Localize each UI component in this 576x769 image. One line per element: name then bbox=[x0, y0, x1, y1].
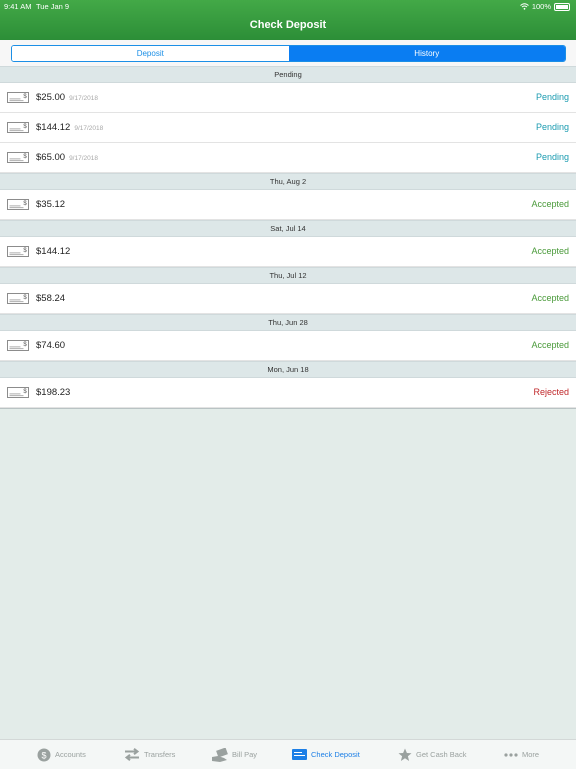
deposit-status: Accepted bbox=[531, 246, 569, 256]
tab-get-cash-back-label: Get Cash Back bbox=[416, 750, 467, 759]
battery-percent: 100% bbox=[531, 2, 551, 11]
section-header: Thu, Aug 2 bbox=[0, 173, 576, 190]
check-icon: $ bbox=[7, 199, 29, 210]
deposit-amount: $65.00 9/17/2018 bbox=[36, 152, 98, 163]
amount-value: $144.12 bbox=[36, 122, 71, 133]
bill-hand-icon bbox=[212, 747, 228, 762]
amount-value: $25.00 bbox=[36, 92, 66, 103]
status-time: 9:41 AM bbox=[4, 2, 32, 11]
page-title: Check Deposit bbox=[249, 19, 327, 31]
tab-bill-pay-label: Bill Pay bbox=[232, 750, 258, 759]
deposit-amount: $144.12 9/17/2018 bbox=[36, 122, 103, 133]
deposit-status: Accepted bbox=[531, 199, 569, 209]
amount-value: $65.00 bbox=[36, 152, 66, 163]
battery-icon bbox=[554, 2, 570, 11]
navigation-bar: 9:41 AM Tue Jan 9 100% Check Deposit bbox=[0, 0, 576, 40]
tab-check-deposit[interactable]: Check Deposit bbox=[292, 740, 360, 769]
deposit-row[interactable]: $ $144.12 Accepted bbox=[0, 237, 576, 267]
deposit-status: Accepted bbox=[531, 293, 569, 303]
deposit-row[interactable]: $ $25.00 9/17/2018 Pending bbox=[0, 83, 576, 113]
tab-accounts[interactable]: $ Accounts bbox=[37, 740, 86, 769]
section-header: Mon, Jun 18 bbox=[0, 361, 576, 378]
deposit-date: 9/17/2018 bbox=[69, 95, 98, 102]
deposit-status: Pending bbox=[535, 152, 569, 162]
tab-accounts-label: Accounts bbox=[55, 750, 86, 759]
check-icon: $ bbox=[7, 293, 29, 304]
deposit-date: 9/17/2018 bbox=[69, 155, 98, 162]
deposit-amount: $144.12 bbox=[36, 246, 70, 257]
amount-value: $58.24 bbox=[36, 293, 66, 304]
section-header: Thu, Jul 12 bbox=[0, 267, 576, 284]
deposit-amount: $25.00 9/17/2018 bbox=[36, 92, 98, 103]
wifi-icon bbox=[519, 3, 529, 10]
status-date: Tue Jan 9 bbox=[36, 2, 70, 11]
segmented-control: Deposit History bbox=[11, 45, 566, 62]
deposit-amount: $58.24 bbox=[36, 293, 65, 304]
deposit-date: 9/17/2018 bbox=[74, 125, 104, 132]
deposit-status: Pending bbox=[535, 122, 569, 132]
check-icon: $ bbox=[7, 340, 29, 351]
check-icon: $ bbox=[7, 152, 29, 163]
tab-get-cash-back[interactable]: Get Cash Back bbox=[398, 740, 466, 769]
deposit-row[interactable]: $ $35.12 Accepted bbox=[0, 190, 576, 220]
check-icon: $ bbox=[7, 246, 29, 257]
swap-arrows-icon bbox=[124, 748, 140, 761]
ellipsis-icon bbox=[504, 752, 518, 757]
deposit-amount: $198.23 bbox=[36, 387, 70, 398]
segment-deposit[interactable]: Deposit bbox=[12, 46, 289, 61]
segment-history[interactable]: History bbox=[288, 46, 565, 61]
amount-value: $144.12 bbox=[36, 246, 71, 257]
deposit-status: Pending bbox=[535, 92, 569, 102]
tab-bill-pay[interactable]: Bill Pay bbox=[212, 740, 257, 769]
deposit-row[interactable]: $ $58.24 Accepted bbox=[0, 284, 576, 314]
dollar-circle-icon: $ bbox=[37, 748, 51, 761]
deposit-amount: $74.60 bbox=[36, 340, 65, 351]
tab-bar: $ Accounts Transfers Bill Pay Check Depo… bbox=[0, 739, 576, 769]
tab-more[interactable]: More bbox=[504, 740, 539, 769]
check-icon: $ bbox=[7, 122, 29, 133]
section-header: Pending bbox=[0, 66, 576, 83]
check-card-icon bbox=[292, 749, 307, 760]
section-header: Sat, Jul 14 bbox=[0, 220, 576, 237]
deposit-status: Rejected bbox=[533, 387, 569, 397]
deposit-history-list: Pending $ $25.00 9/17/2018 Pending $ $144… bbox=[0, 66, 576, 409]
segment-bar: Deposit History bbox=[0, 40, 576, 66]
amount-value: $198.23 bbox=[36, 387, 71, 398]
amount-value: $74.60 bbox=[36, 340, 66, 351]
check-icon: $ bbox=[7, 92, 29, 103]
list-bottom-divider bbox=[0, 408, 576, 409]
amount-value: $35.12 bbox=[36, 199, 66, 210]
svg-text:$: $ bbox=[41, 750, 46, 760]
section-header: Thu, Jun 28 bbox=[0, 314, 576, 331]
tab-transfers-label: Transfers bbox=[144, 750, 176, 759]
deposit-row[interactable]: $ $65.00 9/17/2018 Pending bbox=[0, 143, 576, 173]
tab-more-label: More bbox=[522, 750, 540, 759]
deposit-status: Accepted bbox=[531, 340, 569, 350]
star-icon bbox=[398, 748, 412, 761]
tab-transfers[interactable]: Transfers bbox=[124, 740, 175, 769]
deposit-row[interactable]: $ $144.12 9/17/2018 Pending bbox=[0, 113, 576, 143]
tab-check-deposit-label: Check Deposit bbox=[311, 750, 360, 759]
check-icon: $ bbox=[7, 387, 29, 398]
deposit-row[interactable]: $ $74.60 Accepted bbox=[0, 331, 576, 361]
status-indicators: 100% bbox=[519, 2, 570, 11]
deposit-row[interactable]: $ $198.23 Rejected bbox=[0, 378, 576, 408]
deposit-amount: $35.12 bbox=[36, 199, 65, 210]
